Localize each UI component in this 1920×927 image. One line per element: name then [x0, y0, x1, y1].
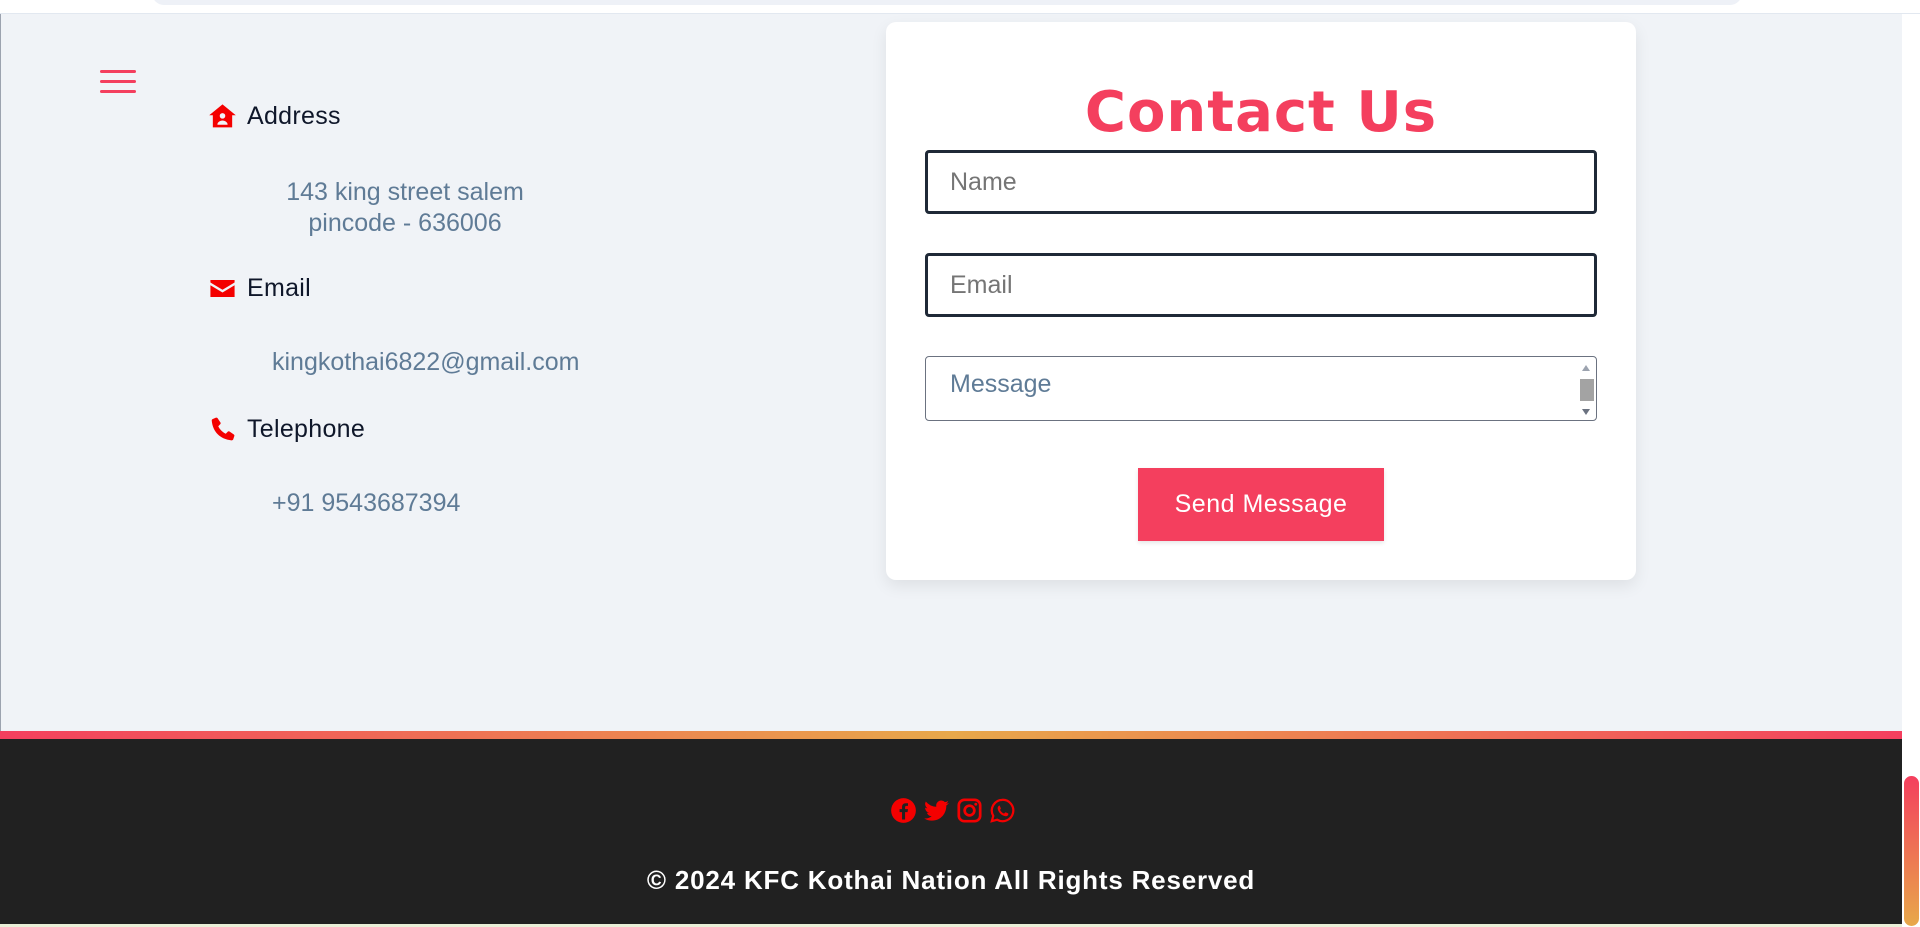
- scroll-up-arrow-icon[interactable]: [1582, 365, 1590, 371]
- email-heading: Email: [208, 274, 311, 303]
- top-bar-edge: [152, 0, 1742, 5]
- left-border: [0, 14, 1, 731]
- message-placeholder: Message: [950, 370, 1052, 398]
- telephone-value: +91 9543687394: [272, 489, 461, 517]
- phone-icon: [211, 417, 235, 441]
- hamburger-menu-icon[interactable]: [100, 68, 136, 96]
- contact-form-title: Contact Us: [1084, 80, 1438, 145]
- telephone-label: Telephone: [247, 415, 366, 443]
- footer: © 2024 KFC Kothai Nation All Rights Rese…: [0, 739, 1902, 927]
- footer-gradient-divider: [0, 731, 1902, 739]
- address-label: Address: [247, 102, 341, 130]
- address-line-1: 143 king street salem: [286, 178, 524, 206]
- copyright-text: © 2024 KFC Kothai Nation All Rights Rese…: [646, 865, 1256, 895]
- email-value: kingkothai6822@gmail.com: [272, 348, 580, 376]
- whatsapp-icon[interactable]: [989, 797, 1016, 824]
- twitter-icon[interactable]: [923, 797, 950, 824]
- send-message-button[interactable]: Send Message: [1138, 468, 1384, 541]
- message-textarea[interactable]: Message: [925, 356, 1597, 421]
- address-line-2: pincode - 636006: [308, 209, 502, 237]
- address-value: 143 king street salem pincode - 636006: [255, 177, 555, 239]
- contact-form-card: Contact Us Message Send Message: [886, 22, 1636, 580]
- house-user-icon: [209, 104, 236, 128]
- email-label: Email: [247, 274, 312, 302]
- scroll-down-arrow-icon[interactable]: [1582, 409, 1590, 415]
- name-input[interactable]: [925, 150, 1597, 214]
- instagram-icon[interactable]: [956, 797, 983, 824]
- message-scrollbar[interactable]: [1578, 359, 1594, 419]
- top-bar: [0, 0, 1920, 14]
- address-heading: Address: [208, 102, 341, 131]
- facebook-icon[interactable]: [890, 797, 917, 824]
- social-links: [890, 797, 1016, 824]
- telephone-heading: Telephone: [208, 415, 365, 444]
- scroll-thumb[interactable]: [1580, 379, 1594, 401]
- page-scrollbar[interactable]: [1902, 14, 1920, 927]
- email-input[interactable]: [925, 253, 1597, 317]
- page-scroll-thumb[interactable]: [1904, 776, 1919, 926]
- envelope-icon: [210, 280, 235, 297]
